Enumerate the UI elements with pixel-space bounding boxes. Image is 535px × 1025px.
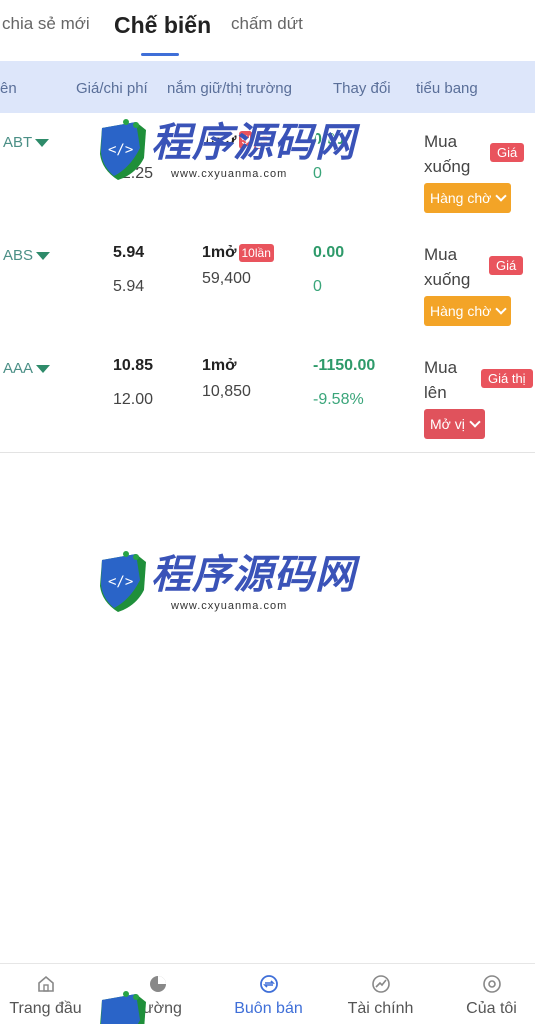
bottom-nav: Trang đầu trường Buôn bán Tài chính Của …	[0, 963, 535, 1025]
profile-icon	[482, 975, 501, 993]
table-header: ên Giá/chi phí nắm giữ/thị trường Thay đ…	[0, 61, 535, 113]
svg-text:</>: </>	[108, 142, 133, 158]
tab-terminated[interactable]: chấm dứt	[231, 14, 303, 34]
watermark: </> 程序源码网 www.cxyuanma.com	[96, 540, 355, 630]
watermark-fragment	[96, 980, 156, 1024]
watermark-url: www.cxyuanma.com	[171, 168, 288, 180]
nav-profile[interactable]: Của tôi	[438, 974, 535, 1018]
state-label: Mua xuống	[424, 245, 471, 289]
caret-down-icon	[36, 252, 51, 261]
header-change: Thay đổi	[333, 80, 391, 97]
change-value: 0.00	[313, 244, 345, 261]
nav-finance[interactable]: Tài chính	[327, 974, 434, 1018]
state-label: Mua lên	[424, 358, 458, 402]
change-value: -1150.00	[313, 357, 376, 374]
symbol-cell[interactable]: ABS	[3, 247, 51, 264]
price-value: 10.85	[113, 357, 154, 374]
state-label: Mua xuống	[424, 132, 471, 176]
tab-new-shares[interactable]: chia sẻ mới	[2, 14, 90, 34]
shield-logo-icon	[100, 991, 146, 1024]
shield-logo-icon: </>	[100, 119, 146, 180]
price-type-tag: Giá	[489, 256, 524, 275]
symbol-cell[interactable]: ABT	[3, 134, 50, 151]
header-price-cost: Giá/chi phí	[76, 80, 148, 97]
open-position-button[interactable]: Mở vị	[424, 409, 485, 439]
chevron-down-icon	[495, 303, 507, 315]
chevron-down-icon	[469, 416, 481, 428]
nav-home[interactable]: Trang đầu	[0, 974, 99, 1018]
price-type-tag: Giá	[490, 143, 525, 162]
cost-value: 5.94	[113, 278, 145, 295]
price-value: 5.94	[113, 244, 145, 261]
caret-down-icon	[36, 365, 51, 374]
table-row[interactable]: AAA 10.85 12.00 1mở 10,850 -1150.00 -9.5…	[0, 339, 535, 453]
watermark-text: 程序源码网	[151, 553, 356, 597]
change-percent: -9.58%	[313, 391, 364, 408]
watermark: </> 程序源码网 www.cxyuanma.com	[96, 108, 355, 198]
active-tab-indicator	[141, 53, 179, 56]
caret-down-icon	[35, 139, 50, 148]
chevron-down-icon	[495, 190, 507, 202]
pending-order-button[interactable]: Hàng chờ	[424, 296, 512, 326]
symbol-cell[interactable]: AAA	[3, 360, 51, 377]
times-badge: 10lần	[238, 244, 274, 262]
market-value: 59,400	[202, 270, 251, 287]
nav-trade[interactable]: Buôn bán	[215, 974, 322, 1018]
watermark-url: www.cxyuanma.com	[171, 600, 288, 612]
change-percent: 0	[313, 278, 322, 295]
price-type-tag: Giá thị	[481, 369, 533, 388]
home-icon	[37, 975, 54, 992]
table-row[interactable]: ABS 5.94 5.94 1mở 10lần 59,400 0.00 0 Mua…	[0, 226, 535, 340]
tab-processing[interactable]: Chế biến	[114, 12, 211, 39]
header-hold-market: nắm giữ/thị trường	[167, 80, 292, 97]
watermark-text: 程序源码网	[151, 121, 356, 165]
header-name: ên	[0, 80, 17, 97]
header-state: tiểu bang	[416, 80, 478, 97]
svg-text:</>: </>	[108, 574, 133, 590]
hold-value: 1mở 10lần	[202, 244, 274, 262]
market-value: 10,850	[202, 383, 251, 400]
shield-logo-icon: </>	[100, 551, 146, 612]
hold-value: 1mở	[202, 357, 237, 374]
trade-icon	[259, 975, 278, 993]
pending-order-button[interactable]: Hàng chờ	[424, 183, 512, 213]
finance-icon	[371, 975, 390, 993]
top-tab-bar: chia sẻ mới Chế biến chấm dứt	[0, 0, 535, 60]
cost-value: 12.00	[113, 391, 154, 408]
